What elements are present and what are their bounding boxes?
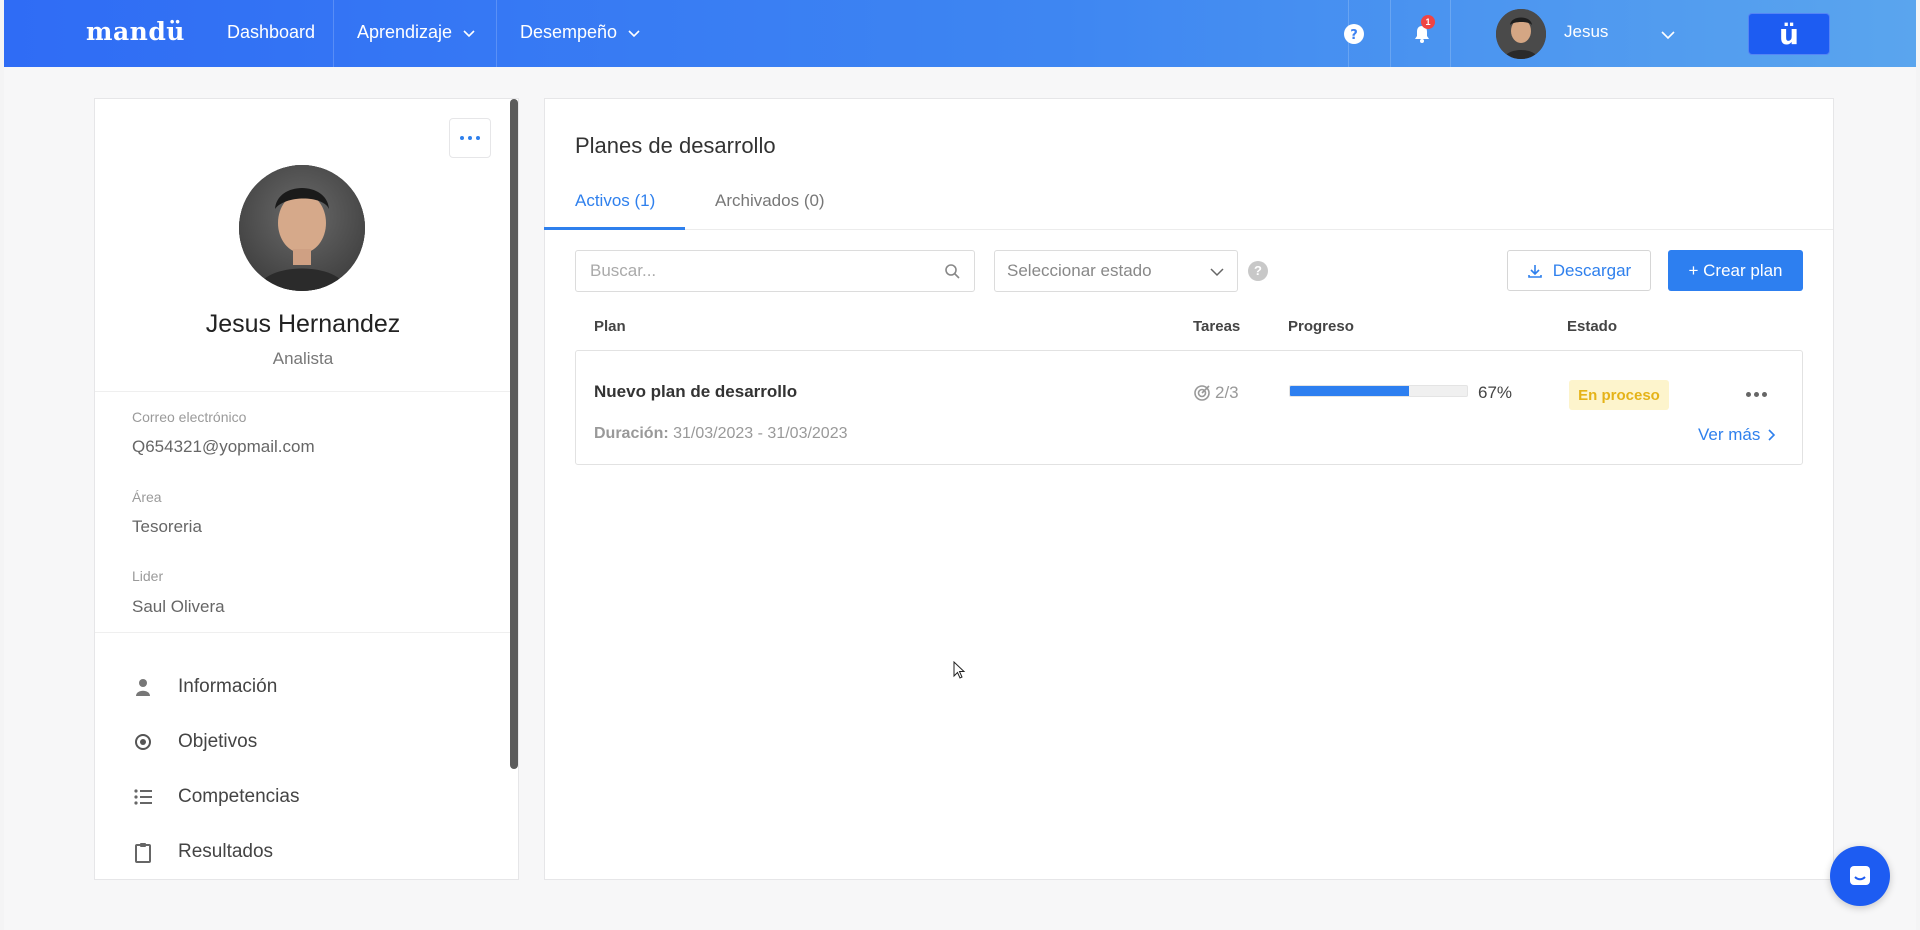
clipboard-icon <box>135 843 151 863</box>
help-icon[interactable]: ? <box>1343 23 1365 45</box>
more-icon <box>460 136 464 140</box>
chevron-down-icon <box>1210 268 1224 277</box>
leader-value: Saul Olivera <box>132 597 225 616</box>
nav-desempeno-label: Desempeño <box>520 22 618 42</box>
divider <box>95 391 510 392</box>
plan-duration: Duración: 31/03/2023 - 31/03/2023 <box>594 425 848 443</box>
avatar[interactable] <box>1496 9 1546 59</box>
download-button-label: Descargar <box>1552 260 1632 280</box>
nav-desempeno[interactable]: Desempeño <box>520 22 641 43</box>
column-header-progreso: Progreso <box>1288 318 1354 335</box>
duration-value: 31/03/2023 - 31/03/2023 <box>673 425 848 442</box>
email-label: Correo electrónico <box>132 409 247 425</box>
more-icon-dot <box>1754 392 1759 397</box>
column-header-tareas: Tareas <box>1193 318 1241 335</box>
nav-divider <box>333 0 334 67</box>
help-icon[interactable]: ? <box>1248 261 1268 281</box>
column-header-estado: Estado <box>1567 318 1618 335</box>
search-input[interactable] <box>590 261 930 281</box>
user-avatar-image <box>1496 9 1546 59</box>
plan-tasks: 2/3 <box>1193 383 1239 403</box>
more-icon-dot <box>476 136 480 140</box>
nav-divider <box>1450 0 1451 67</box>
chevron-right-icon <box>1768 429 1776 441</box>
area-value: Tesoreria <box>132 517 202 536</box>
chat-button[interactable] <box>1830 846 1890 906</box>
create-plan-button[interactable]: + Crear plan <box>1668 250 1803 291</box>
menu-item-resultados[interactable]: Resultados <box>132 841 273 863</box>
chevron-down-icon <box>463 29 475 37</box>
search-field[interactable] <box>575 250 975 292</box>
more-icon-dot <box>468 136 472 140</box>
menu-item-label: Competencias <box>178 786 300 807</box>
status-select[interactable]: Seleccionar estado <box>994 250 1238 292</box>
progress-bar-fill <box>1290 386 1409 396</box>
chevron-down-icon[interactable] <box>1660 27 1676 43</box>
profile-role: Analista <box>272 349 334 368</box>
more-icon <box>1746 392 1751 397</box>
tabs-divider <box>545 229 1833 230</box>
status-badge: En proceso <box>1569 380 1669 410</box>
ver-mas-label: Ver más <box>1698 425 1761 444</box>
menu-item-label: Objetivos <box>178 731 258 752</box>
nav-dashboard[interactable]: Dashboard <box>227 22 315 43</box>
profile-avatar <box>239 165 365 291</box>
profile-more-button[interactable] <box>449 118 491 158</box>
ver-mas-link[interactable]: Ver más <box>1698 425 1776 445</box>
target-icon <box>135 734 151 750</box>
nav-dashboard-label: Dashboard <box>227 22 316 42</box>
nav-aprendizaje[interactable]: Aprendizaje <box>357 22 476 43</box>
progress-bar <box>1289 385 1468 397</box>
area-label: Área <box>132 489 162 505</box>
leader-label: Lider <box>132 568 164 584</box>
divider <box>95 632 510 633</box>
download-button[interactable]: Descargar <box>1507 250 1651 291</box>
more-icon-dot <box>1762 392 1767 397</box>
menu-item-competencias[interactable]: Competencias <box>132 786 299 808</box>
nav-divider <box>496 0 497 67</box>
brand-button[interactable]: ü <box>1748 13 1830 55</box>
notification-badge: 1 <box>1421 15 1435 29</box>
chevron-down-icon <box>628 29 640 37</box>
menu-item-informacion[interactable]: Información <box>132 676 277 698</box>
scrollbar[interactable] <box>510 99 518 769</box>
progress-percent: 67% <box>1478 383 1513 402</box>
email-value: Q654321@yopmail.com <box>132 437 315 456</box>
search-icon[interactable] <box>944 263 960 279</box>
row-more-button[interactable] <box>1746 392 1767 397</box>
mouse-cursor-icon <box>953 661 966 679</box>
nav-aprendizaje-label: Aprendizaje <box>357 22 453 42</box>
page-title: Planes de desarrollo <box>575 133 776 158</box>
menu-item-objetivos[interactable]: Objetivos <box>132 731 257 753</box>
development-plans-panel <box>544 98 1834 880</box>
profile-avatar-image <box>239 165 365 291</box>
plan-title[interactable]: Nuevo plan de desarrollo <box>594 382 797 402</box>
chat-icon <box>1850 866 1870 885</box>
user-name[interactable]: Jesus <box>1564 22 1608 42</box>
nav-divider <box>1390 0 1391 67</box>
target-icon <box>1194 385 1210 401</box>
user-icon <box>136 679 150 696</box>
tab-activos[interactable]: Activos (1) <box>575 191 655 211</box>
download-icon <box>1527 264 1542 278</box>
profile-name: Jesus Hernandez <box>205 310 401 338</box>
status-select-placeholder: Seleccionar estado <box>1007 261 1152 280</box>
app-logo[interactable]: mandü <box>86 17 185 46</box>
active-tab-indicator <box>544 227 685 230</box>
list-icon <box>134 789 152 805</box>
tab-archivados[interactable]: Archivados (0) <box>715 191 825 211</box>
duration-label: Duración: <box>594 425 669 442</box>
menu-item-label: Resultados <box>178 841 274 862</box>
tasks-count: 2/3 <box>1215 383 1239 402</box>
svg-text:?: ? <box>1350 28 1358 43</box>
menu-item-label: Información <box>178 676 278 697</box>
column-header-plan: Plan <box>594 318 626 335</box>
